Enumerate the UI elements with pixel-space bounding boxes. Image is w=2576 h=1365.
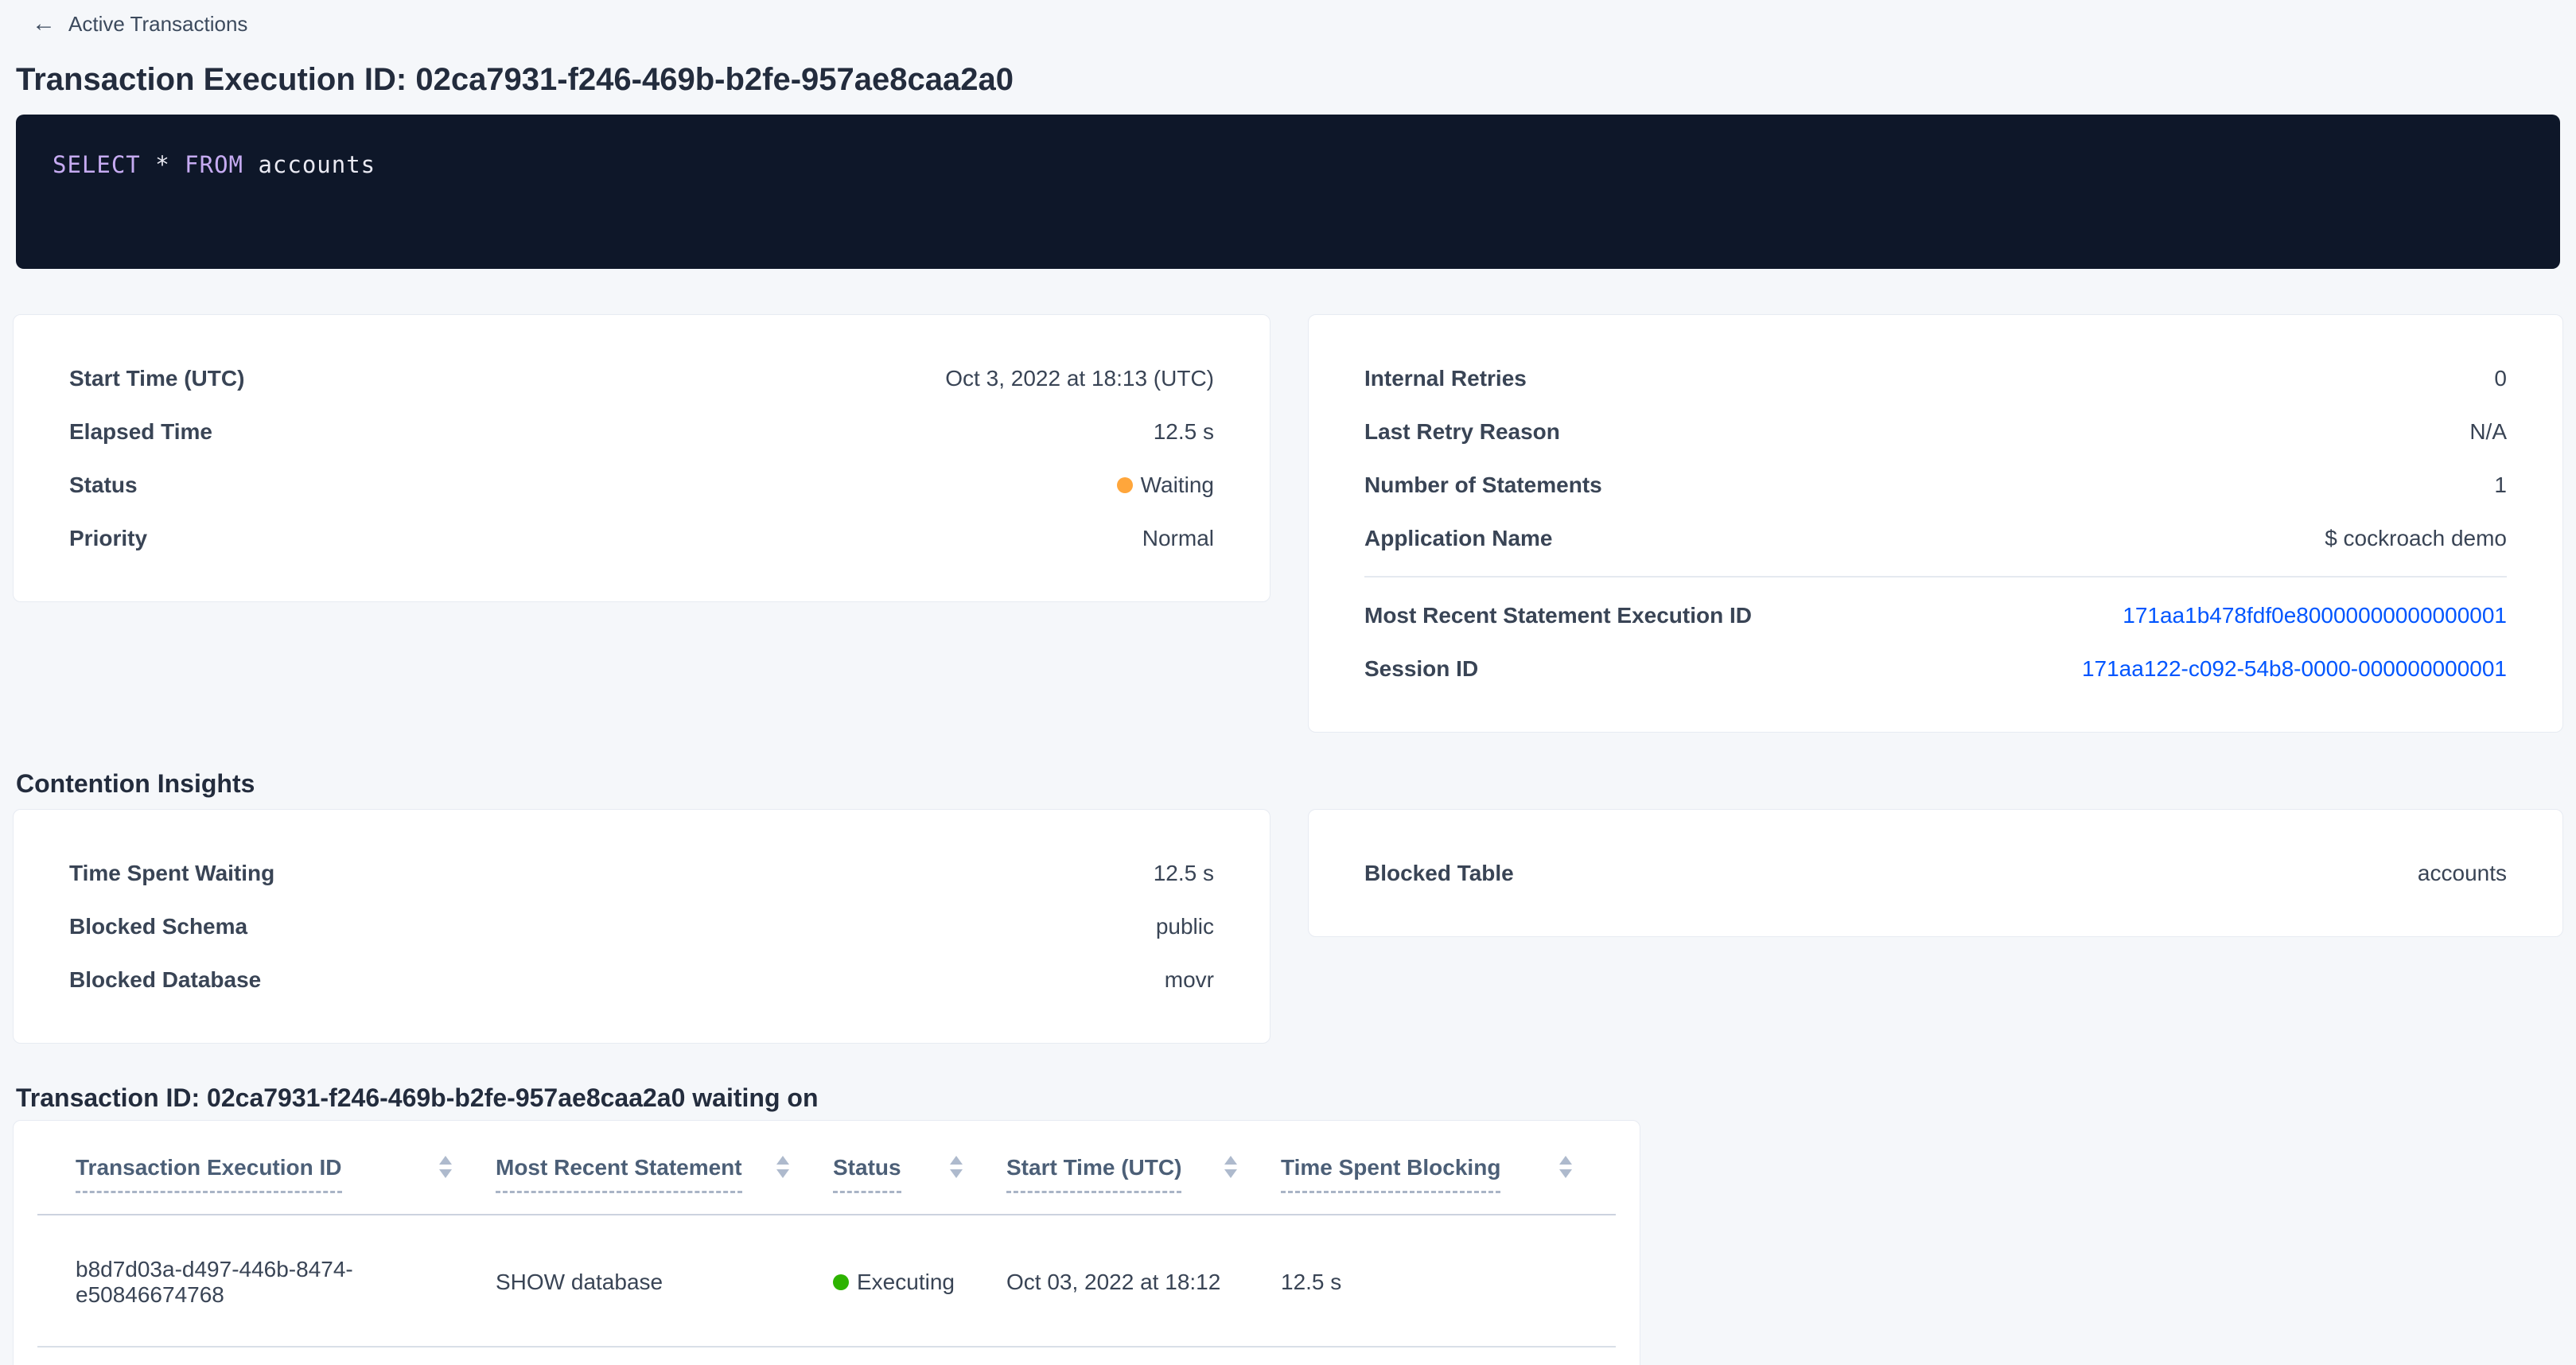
statement-execution-id-label: Most Recent Statement Execution ID — [1364, 603, 1752, 628]
elapsed-time-value: 12.5 s — [1154, 419, 1214, 445]
back-arrow-icon: ← — [32, 11, 56, 37]
internal-retries-label: Internal Retries — [1364, 366, 1527, 391]
status-waiting-dot-icon — [1117, 477, 1133, 493]
blocked-table-value: accounts — [2418, 861, 2507, 886]
page-title: Transaction Execution ID: 02ca7931-f246-… — [16, 60, 2563, 99]
waiting-on-table: Transaction Execution ID Most Recent Sta… — [37, 1121, 1616, 1348]
last-retry-reason-label: Last Retry Reason — [1364, 419, 1560, 445]
sort-arrows-icon[interactable] — [439, 1156, 452, 1178]
contention-left-card: Time Spent Waiting 12.5 s Blocked Schema… — [13, 809, 1270, 1044]
summary-row-start-time: Start Time (UTC) Oct 3, 2022 at 18:13 (U… — [69, 352, 1214, 405]
sort-arrows-icon[interactable] — [1559, 1156, 1572, 1178]
application-name-value: $ cockroach demo — [2325, 526, 2507, 551]
start-time-label: Start Time (UTC) — [69, 366, 244, 391]
start-time-column-label: Start Time (UTC) — [1006, 1154, 1181, 1193]
priority-value: Normal — [1142, 526, 1214, 551]
details-row-number-of-statements: Number of Statements 1 — [1364, 458, 2507, 511]
cell-most-recent-statement: SHOW database — [496, 1215, 833, 1347]
summary-cards-row: Start Time (UTC) Oct 3, 2022 at 18:13 (U… — [13, 314, 2563, 733]
status-value: Waiting — [1117, 472, 1214, 498]
column-header-transaction-execution-id[interactable]: Transaction Execution ID — [37, 1121, 496, 1215]
details-row-application-name: Application Name $ cockroach demo — [1364, 511, 2507, 565]
number-of-statements-label: Number of Statements — [1364, 472, 1602, 498]
sql-statement-box: SELECT * FROM accounts — [16, 115, 2560, 269]
priority-label: Priority — [69, 526, 147, 551]
cell-transaction-execution-id: b8d7d03a-d497-446b-8474-e50846674768 — [37, 1215, 496, 1347]
card-divider — [1364, 576, 2507, 578]
time-spent-blocking-column-label: Time Spent Blocking — [1281, 1154, 1500, 1193]
summary-row-elapsed-time: Elapsed Time 12.5 s — [69, 405, 1214, 458]
blocked-database-label: Blocked Database — [69, 967, 261, 993]
back-link-label: Active Transactions — [68, 12, 247, 37]
time-spent-waiting-label: Time Spent Waiting — [69, 861, 274, 886]
internal-retries-value: 0 — [2494, 366, 2507, 391]
column-header-start-time[interactable]: Start Time (UTC) — [1006, 1121, 1281, 1215]
contention-insights-heading: Contention Insights — [16, 768, 2563, 799]
sql-keyword-select: SELECT — [53, 151, 141, 178]
cell-time-spent-blocking: 12.5 s — [1281, 1215, 1616, 1347]
back-link[interactable]: ← Active Transactions — [32, 11, 247, 37]
last-retry-reason-value: N/A — [2469, 419, 2507, 445]
cell-start-time: Oct 03, 2022 at 18:12 — [1006, 1215, 1281, 1347]
blocked-database-value: movr — [1165, 967, 1214, 993]
blocked-schema-label: Blocked Schema — [69, 914, 247, 939]
table-header-row: Transaction Execution ID Most Recent Sta… — [37, 1121, 1616, 1215]
session-id-link[interactable]: 171aa122-c092-54b8-0000-000000000001 — [2082, 656, 2507, 682]
contention-row-blocked-database: Blocked Database movr — [69, 953, 1214, 1006]
contention-row-blocked-table: Blocked Table accounts — [1364, 846, 2507, 900]
number-of-statements-value: 1 — [2494, 472, 2507, 498]
column-header-most-recent-statement[interactable]: Most Recent Statement — [496, 1121, 833, 1215]
sort-arrows-icon[interactable] — [776, 1156, 789, 1178]
sql-table-name: accounts — [243, 151, 376, 178]
cell-status: Executing — [833, 1215, 1006, 1347]
contention-row-time-spent-waiting: Time Spent Waiting 12.5 s — [69, 846, 1214, 900]
details-row-statement-execution-id: Most Recent Statement Execution ID 171aa… — [1364, 589, 2507, 642]
waiting-on-heading: Transaction ID: 02ca7931-f246-469b-b2fe-… — [16, 1082, 2563, 1114]
transaction-summary-card: Start Time (UTC) Oct 3, 2022 at 18:13 (U… — [13, 314, 1270, 602]
status-executing-text: Executing — [857, 1270, 955, 1295]
waiting-on-table-card: Transaction Execution ID Most Recent Sta… — [13, 1120, 1640, 1365]
elapsed-time-label: Elapsed Time — [69, 419, 212, 445]
contention-row-blocked-schema: Blocked Schema public — [69, 900, 1214, 953]
status-waiting-text: Waiting — [1141, 472, 1214, 498]
most-recent-statement-column-label: Most Recent Statement — [496, 1154, 742, 1193]
transaction-details-card: Internal Retries 0 Last Retry Reason N/A… — [1308, 314, 2563, 733]
table-row: b8d7d03a-d497-446b-8474-e50846674768 SHO… — [37, 1215, 1616, 1347]
start-time-value: Oct 3, 2022 at 18:13 (UTC) — [945, 366, 1214, 391]
summary-row-status: Status Waiting — [69, 458, 1214, 511]
details-row-session-id: Session ID 171aa122-c092-54b8-0000-00000… — [1364, 642, 2507, 695]
contention-cards-row: Time Spent Waiting 12.5 s Blocked Schema… — [13, 809, 2563, 1044]
time-spent-waiting-value: 12.5 s — [1154, 861, 1214, 886]
statement-execution-id-link[interactable]: 171aa1b478fdf0e80000000000000001 — [2123, 603, 2507, 628]
status-label: Status — [69, 472, 138, 498]
session-id-label: Session ID — [1364, 656, 1478, 682]
summary-row-priority: Priority Normal — [69, 511, 1214, 565]
status-column-label: Status — [833, 1154, 901, 1193]
application-name-label: Application Name — [1364, 526, 1552, 551]
sql-operator: * — [141, 151, 185, 178]
sql-keyword-from: FROM — [185, 151, 243, 178]
sort-arrows-icon[interactable] — [1224, 1156, 1237, 1178]
details-row-last-retry-reason: Last Retry Reason N/A — [1364, 405, 2507, 458]
column-header-time-spent-blocking[interactable]: Time Spent Blocking — [1281, 1121, 1616, 1215]
status-executing-dot-icon — [833, 1274, 849, 1290]
sort-arrows-icon[interactable] — [950, 1156, 963, 1178]
details-row-internal-retries: Internal Retries 0 — [1364, 352, 2507, 405]
column-header-status[interactable]: Status — [833, 1121, 1006, 1215]
transaction-execution-id-column-label: Transaction Execution ID — [76, 1154, 342, 1193]
contention-right-card: Blocked Table accounts — [1308, 809, 2563, 937]
blocked-schema-value: public — [1156, 914, 1214, 939]
blocked-table-label: Blocked Table — [1364, 861, 1514, 886]
